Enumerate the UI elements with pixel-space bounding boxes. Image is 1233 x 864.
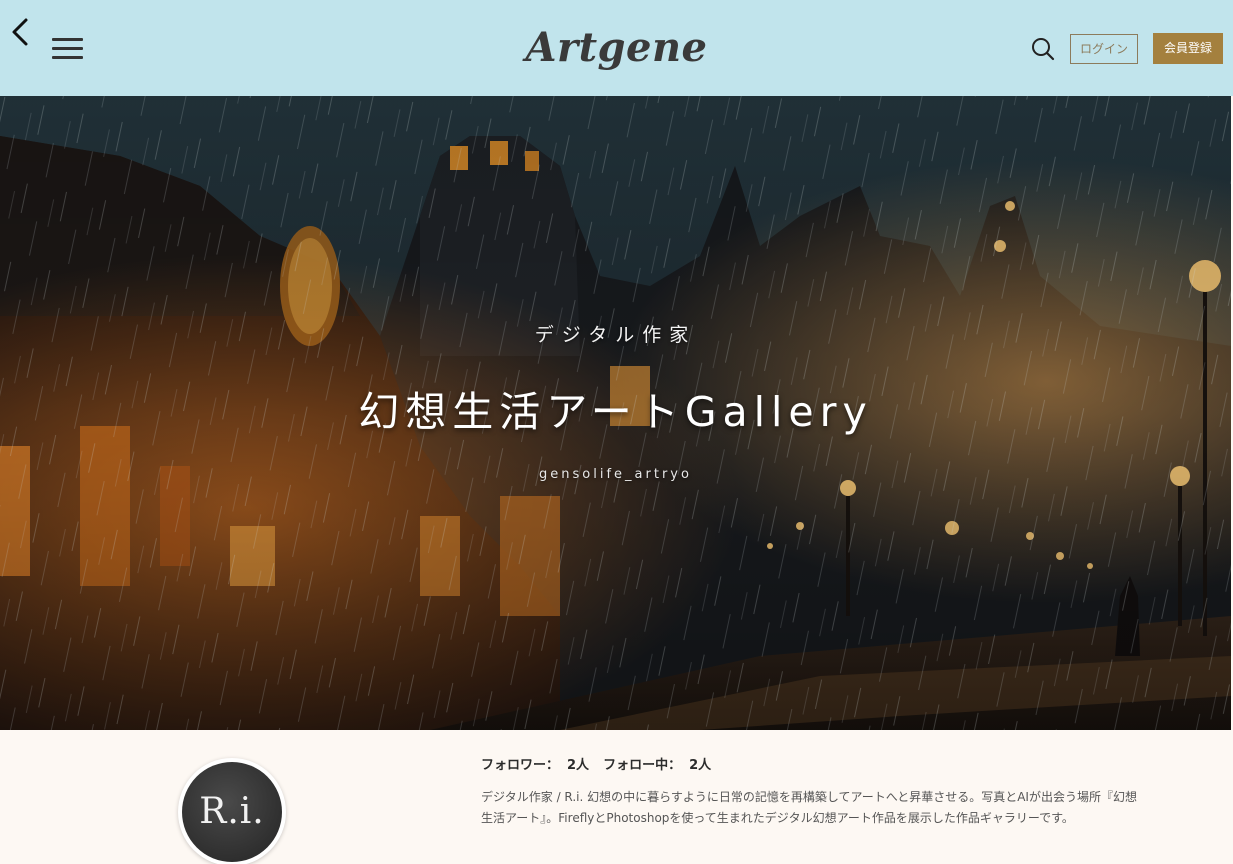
signup-button[interactable]: 会員登録: [1153, 33, 1223, 64]
follow-stats: フォロワー： 2人 フォロー中： 2人: [481, 754, 719, 773]
search-icon: [1032, 38, 1055, 61]
followers-label[interactable]: フォロワー：: [481, 758, 559, 773]
profile-section: R.i. フォロワー： 2人 フォロー中： 2人 デジタル作家 / R.i. 幻想の中…: [0, 730, 1233, 864]
hamburger-line: [52, 56, 83, 59]
hero-banner: デジタル作家 幻想生活アートGallery gensolife_artryo: [0, 96, 1231, 730]
hamburger-line: [52, 47, 83, 50]
hero-background-image: [0, 96, 1231, 730]
avatar[interactable]: R.i.: [178, 758, 286, 864]
search-button[interactable]: [1030, 36, 1056, 62]
followers-count[interactable]: 2人: [567, 758, 589, 773]
avatar-text: R.i.: [182, 762, 282, 862]
login-button[interactable]: ログイン: [1070, 34, 1138, 64]
back-button[interactable]: [8, 16, 36, 50]
following-count[interactable]: 2人: [689, 758, 711, 773]
hamburger-menu-button[interactable]: [52, 38, 84, 64]
profile-bio: デジタル作家 / R.i. 幻想の中に暮らすように日常の記憶を再構築してアートへ…: [481, 790, 1137, 825]
site-header: Artgene ログイン 会員登録: [0, 0, 1233, 96]
chevron-left-icon: [12, 18, 28, 46]
following-label[interactable]: フォロー中：: [603, 758, 681, 773]
hamburger-menu-icon: [52, 38, 83, 41]
